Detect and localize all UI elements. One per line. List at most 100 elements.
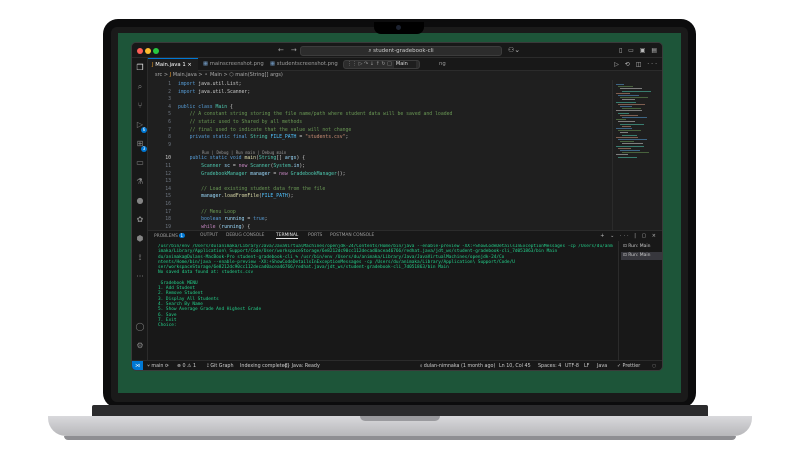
tab-partial[interactable]: ng — [435, 58, 455, 71]
close-tab-icon[interactable]: × — [187, 62, 191, 68]
forward-arrow-icon[interactable]: → — [291, 46, 297, 54]
explorer-icon[interactable]: ❐ — [135, 63, 145, 73]
minimap-line — [618, 86, 633, 88]
panel-tabs: PROBLEMS 1 OUTPUT DEBUG CONSOLE TERMINAL … — [148, 231, 662, 241]
tab-main-java[interactable]: J Main.java 1 × — [148, 58, 198, 71]
code-token: // final used to indicate that the value… — [189, 127, 352, 133]
cursor-position[interactable]: Ln 10, Col 45 — [499, 361, 531, 370]
breadcrumb-file[interactable]: Main.java — [173, 72, 197, 78]
line-number: 11 — [165, 164, 171, 169]
minimap-line — [622, 152, 649, 154]
line-number: 5 — [168, 112, 171, 118]
tab-problems[interactable]: PROBLEMS 1 — [154, 233, 185, 239]
code-token: ); — [287, 194, 294, 200]
encoding[interactable]: UTF-8 — [565, 361, 579, 370]
line-number: 14 — [165, 186, 171, 192]
close-window-button[interactable] — [137, 48, 143, 54]
account-icon[interactable]: ◯ — [135, 322, 145, 332]
end-of-line[interactable]: LF — [584, 361, 589, 370]
code-token: GradebookManager — [201, 171, 251, 177]
line-number: 1 — [168, 82, 171, 87]
code-token: ) { — [296, 156, 306, 162]
code-token: manager — [201, 194, 222, 200]
remote-explorer-icon[interactable]: ▭ — [135, 158, 145, 168]
code-token: loadFromFile — [224, 194, 259, 200]
code-token: [] — [276, 156, 285, 162]
debug-controls[interactable]: ⋮⋮ ▷ ↷ ↓ ↑ ↻ □ — [347, 61, 392, 67]
minimap-line — [616, 128, 632, 129]
minimize-window-button[interactable] — [145, 48, 151, 54]
tab-output[interactable]: OUTPUT — [200, 233, 218, 238]
breadcrumb-method[interactable]: main(String[] args) — [235, 72, 283, 78]
panel-actions[interactable]: + ⌄ ··· | ▢ × — [600, 233, 658, 239]
minimap-line — [622, 108, 641, 110]
java-file-icon: J — [169, 72, 172, 78]
code-line: manager.loadFromFile(FILE_PATH); — [178, 194, 294, 200]
testing-icon[interactable]: ⚗ — [135, 177, 145, 187]
breadcrumb-class[interactable]: Main — [210, 72, 222, 78]
code-token: main — [244, 156, 256, 162]
minimap-line — [616, 101, 636, 103]
status-bar: ⋊ ⑂ main ⟳ ⊗ 0 ⚠ 1 ⟟ Git Graph Indexing … — [132, 360, 662, 370]
terminal-line: Choice: — [158, 323, 177, 329]
notifications-bell-icon[interactable]: ◌ — [652, 361, 656, 370]
postman-icon[interactable]: ✿ — [135, 215, 145, 225]
minimap-line — [622, 125, 631, 127]
language-mode[interactable]: Java — [597, 361, 607, 370]
tab-postman-console[interactable]: POSTMAN CONSOLE — [330, 233, 374, 238]
code-token: import — [178, 82, 199, 87]
indentation[interactable]: Spaces: 4 — [538, 361, 561, 370]
tab-studentscreenshot[interactable]: ▦ studentscreenshot.png — [266, 58, 342, 71]
minimap-line — [616, 145, 644, 147]
git-branch[interactable]: ⑂ main ⟳ — [147, 361, 169, 370]
command-center-search[interactable]: ⌕ student-gradebook-cli — [300, 46, 502, 56]
problems-status[interactable]: ⊗ 0 ⚠ 1 — [177, 361, 196, 370]
minimap[interactable] — [612, 80, 662, 230]
manage-gear-icon[interactable]: ⚙ — [135, 341, 145, 351]
code-token: public — [178, 104, 199, 110]
terminal-line: imaka/Library/Application\ Support/Code/… — [158, 249, 558, 255]
code-token: class — [198, 104, 216, 110]
minimap-line — [616, 110, 642, 112]
java-status[interactable]: {} Java: Ready — [284, 361, 320, 370]
tab-mainscreenshot[interactable]: ▦ mainscreenshot.png — [199, 58, 265, 71]
prettier-status[interactable]: ✓ Prettier — [617, 361, 640, 370]
codelens[interactable]: Run | Debug | Run main | Debug main — [202, 150, 286, 155]
minimap-line — [616, 119, 626, 121]
more-views-icon[interactable]: ··· — [135, 272, 145, 282]
remote-indicator-icon[interactable]: ⋊ — [132, 361, 143, 370]
back-arrow-icon[interactable]: ← — [278, 46, 284, 54]
layout-toggle-icons[interactable]: ▯ ▭ ▣ ▤ — [619, 47, 659, 54]
code-line: import java.util.List; — [178, 82, 242, 87]
docker-icon[interactable]: ⬢ — [135, 234, 145, 244]
code-editor[interactable]: 1 import java.util.List; 2 import java.util… — [148, 80, 612, 230]
code-token: private static final — [189, 135, 251, 141]
zoom-window-button[interactable] — [153, 48, 159, 54]
code-line: Scanner sc = new Scanner(System.in); — [178, 164, 305, 169]
tab-terminal[interactable]: TERMINAL — [276, 233, 299, 239]
breadcrumb-src[interactable]: src — [155, 72, 162, 78]
terminal-item[interactable]: ⊡ Run: Main — [621, 243, 662, 251]
source-control-icon[interactable]: ⑂ — [135, 101, 145, 111]
git-blame-status[interactable]: ⬨ dulan-nimnaka (1 month ago) — [420, 361, 495, 370]
line-number: 18 — [165, 217, 171, 223]
tab-debug-console[interactable]: DEBUG CONSOLE — [226, 233, 264, 238]
git-graph-icon[interactable]: ⟟ — [135, 253, 145, 263]
copilot-icon[interactable]: ⚇⌄ — [508, 46, 520, 54]
code-token: FILE_PATH — [270, 135, 297, 141]
terminal-item-selected[interactable]: ⊡ Run: Main — [621, 252, 662, 260]
debug-config-select[interactable]: Main — [393, 61, 416, 68]
git-graph-status[interactable]: ⟟ Git Graph — [207, 361, 233, 370]
line-number: 8 — [168, 135, 171, 141]
github-icon[interactable]: ● — [135, 196, 145, 206]
code-line: boolean running = true; — [178, 217, 267, 222]
debug-toolbar[interactable]: ⋮⋮ ▷ ↷ ↓ ↑ ↻ □ Main — [343, 60, 420, 69]
code-token: ); — [299, 164, 306, 169]
minimap-line — [620, 114, 638, 116]
terminal-output[interactable]: /usr/bin/env /Users/dulanimaka/Library/J… — [158, 244, 618, 360]
search-icon[interactable]: ⌕ — [135, 82, 145, 92]
editor-actions[interactable]: ▷ ⟲ ◫ ··· — [614, 61, 659, 68]
tab-ports[interactable]: PORTS — [308, 233, 322, 238]
